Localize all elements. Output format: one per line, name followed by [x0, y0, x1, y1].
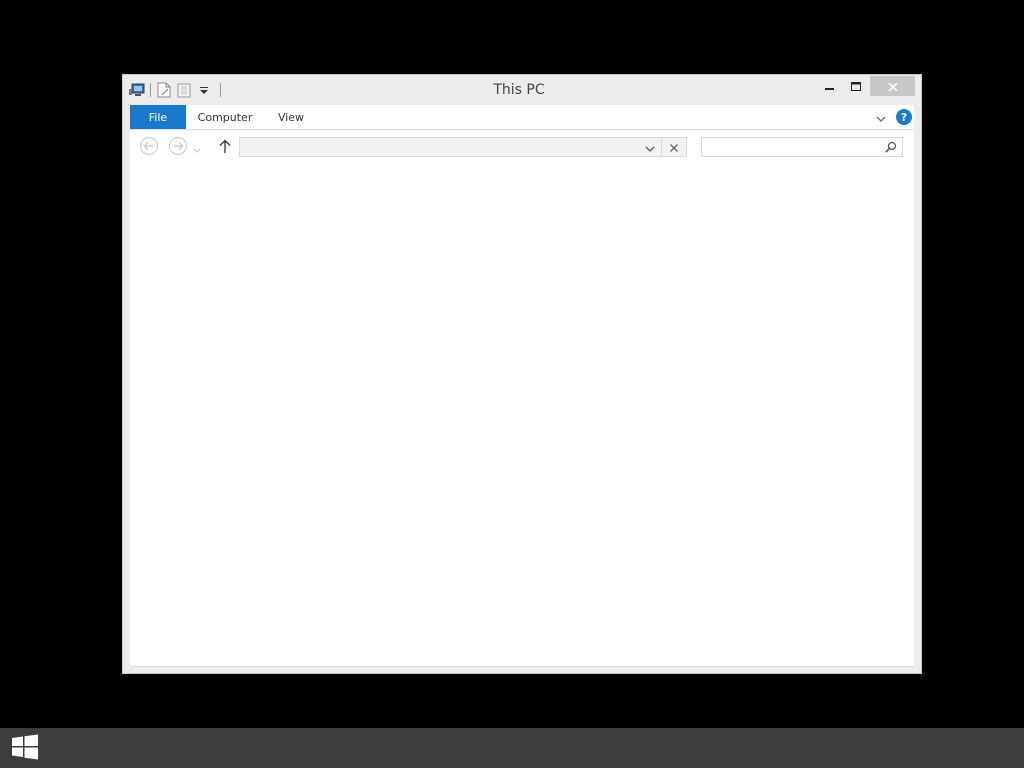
- address-dropdown-button[interactable]: [639, 138, 662, 156]
- forward-arrow-icon: [168, 136, 188, 160]
- search-input[interactable]: [702, 138, 878, 156]
- chevron-down-icon: [645, 138, 655, 157]
- minimize-button[interactable]: [816, 76, 843, 96]
- search-box: [701, 137, 903, 157]
- tab-computer[interactable]: Computer: [194, 105, 256, 129]
- maximize-button[interactable]: [843, 76, 870, 96]
- file-list-pane[interactable]: [130, 166, 914, 667]
- chevron-down-icon: [876, 108, 886, 127]
- navigation-bar: [130, 130, 914, 166]
- search-button[interactable]: [884, 140, 898, 154]
- search-icon: [885, 138, 897, 157]
- minimize-icon: [824, 77, 835, 96]
- address-input[interactable]: [240, 138, 660, 156]
- tab-file[interactable]: File: [130, 105, 186, 129]
- back-arrow-icon: [139, 136, 159, 160]
- forward-button[interactable]: [168, 136, 188, 160]
- ribbon-tabs: File Computer View ?: [130, 105, 914, 130]
- maximize-icon: [851, 77, 862, 96]
- close-button[interactable]: [870, 76, 915, 96]
- recent-locations-button[interactable]: [191, 138, 203, 158]
- refresh-button[interactable]: [662, 138, 686, 156]
- back-button[interactable]: [139, 136, 159, 160]
- up-arrow-icon: [218, 138, 232, 158]
- windows-logo-icon: [11, 734, 39, 764]
- window-controls: [816, 76, 915, 96]
- chevron-down-icon: [193, 139, 201, 158]
- file-explorer-window: This PC File Computer View ?: [122, 74, 922, 674]
- help-button[interactable]: ?: [896, 109, 912, 125]
- expand-ribbon-button[interactable]: [874, 110, 888, 124]
- close-icon: [887, 77, 898, 96]
- title-bar[interactable]: This PC: [123, 75, 921, 105]
- address-bar: [239, 137, 687, 157]
- window-title: This PC: [493, 82, 545, 98]
- start-button[interactable]: [10, 734, 40, 764]
- tab-view[interactable]: View: [274, 105, 308, 129]
- taskbar: [0, 728, 1024, 768]
- up-button[interactable]: [215, 138, 235, 158]
- close-icon: [669, 138, 679, 157]
- desktop: This PC File Computer View ?: [0, 0, 1024, 728]
